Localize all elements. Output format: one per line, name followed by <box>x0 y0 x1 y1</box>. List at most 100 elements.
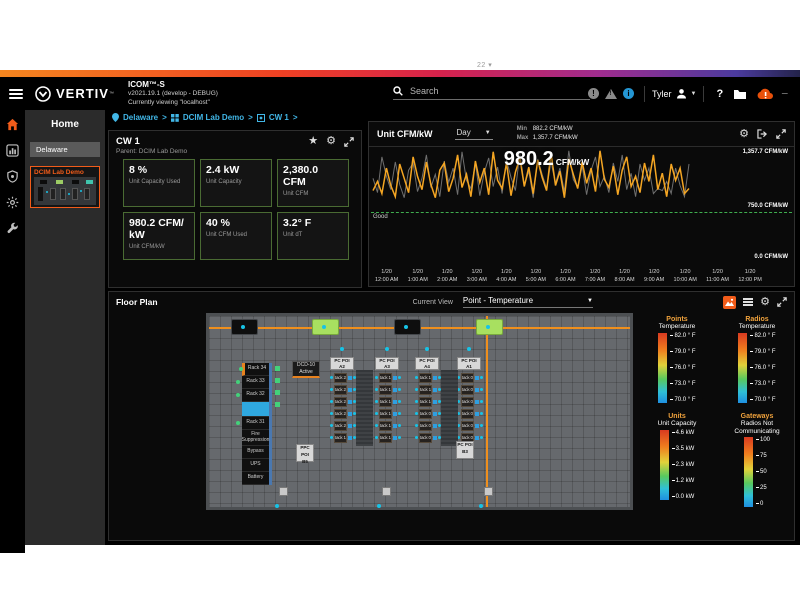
crac-unit[interactable] <box>231 319 258 335</box>
user-menu[interactable]: Tyler ▼ <box>652 88 696 99</box>
list-view-icon[interactable] <box>743 297 753 308</box>
rack-unit[interactable]: Rack 20 <box>334 421 347 431</box>
pdu-header[interactable]: PC POIA4 <box>415 357 439 370</box>
pdu-box[interactable]: PPC POIB5 <box>296 444 314 462</box>
rack-unit[interactable]: Rack 23 <box>334 385 347 395</box>
search-input[interactable] <box>408 85 582 97</box>
rack-unit[interactable]: Rack 02 <box>461 421 474 431</box>
sensor-point[interactable] <box>398 400 401 403</box>
crac-unit[interactable] <box>476 319 503 335</box>
sensor-point[interactable] <box>375 388 378 391</box>
sensor-point[interactable] <box>377 504 381 508</box>
metric-tile[interactable]: 40 %Unit CFM Used <box>200 212 272 260</box>
rack-unit[interactable]: Rack 31 <box>242 417 269 430</box>
rack-unit[interactable]: Rack 22 <box>334 397 347 407</box>
rack-unit[interactable]: Rack 14 <box>379 421 392 431</box>
sensor-point[interactable] <box>330 424 333 427</box>
sensor-point[interactable] <box>330 376 333 379</box>
rack-unit[interactable]: Rack 10 <box>419 397 432 407</box>
minimize-button[interactable]: _ <box>782 84 788 95</box>
rack-unit[interactable]: Rack 03 <box>461 409 474 419</box>
metric-tile[interactable]: 2.4 kWUnit Capacity <box>200 159 272 207</box>
sensor-point[interactable] <box>415 412 418 415</box>
pdu-header[interactable]: PC POIA3 <box>375 357 399 370</box>
rack-unit[interactable]: Rack 32 <box>242 389 269 402</box>
metric-tile[interactable]: 980.2 CFM/ kWUnit CFM/kW <box>123 212 195 260</box>
expand-icon[interactable] <box>776 129 786 139</box>
rack-unit[interactable]: Rack 33 <box>242 376 269 389</box>
line-chart[interactable]: 980.2CFM/kW 1,357.7 CFM/kW 750.0 CFM/kW … <box>369 148 794 265</box>
sensor-point[interactable] <box>375 424 378 427</box>
pdu-header[interactable]: PC POIA1 <box>457 357 481 370</box>
sensor-point[interactable] <box>415 424 418 427</box>
sensor-point[interactable] <box>398 388 401 391</box>
sensor-point[interactable] <box>480 400 483 403</box>
network-icon[interactable] <box>6 170 19 183</box>
gear-icon[interactable]: ⚙ <box>326 136 336 147</box>
sensor-point[interactable] <box>467 347 471 351</box>
rack-unit[interactable]: Bypass <box>242 446 269 459</box>
pdu-box[interactable]: PC POIB3 <box>456 441 474 459</box>
warnings-status-icon[interactable]: ! <box>605 89 617 99</box>
export-icon[interactable] <box>757 129 768 139</box>
sensor-point[interactable] <box>330 436 333 439</box>
hamburger-menu-icon[interactable] <box>9 87 23 101</box>
reports-icon[interactable] <box>6 144 19 157</box>
rack-unit[interactable]: Rack 11 <box>419 385 432 395</box>
sensor-point[interactable] <box>415 376 418 379</box>
expand-icon[interactable] <box>777 297 787 307</box>
rack-unit[interactable]: Rack 17 <box>379 385 392 395</box>
rack-unit[interactable]: Rack 21 <box>334 409 347 419</box>
rack-unit[interactable]: Rack 13 <box>379 433 392 443</box>
folder-icon[interactable] <box>733 88 747 100</box>
search-bar[interactable] <box>393 85 590 100</box>
sensor-point[interactable] <box>398 376 401 379</box>
rack-unit[interactable]: Rack 24 <box>334 373 347 383</box>
sensor-point[interactable] <box>415 388 418 391</box>
browser-zoom-indicator[interactable]: 22 ▾ <box>477 61 492 69</box>
sensor-point[interactable] <box>480 436 483 439</box>
sensor-point[interactable] <box>415 436 418 439</box>
sensor-point[interactable] <box>330 388 333 391</box>
pdu-header[interactable]: PC POIA2 <box>330 357 354 370</box>
sidebar-item-delaware[interactable]: Delaware <box>30 142 100 157</box>
sensor-point[interactable] <box>375 376 378 379</box>
rack-unit[interactable]: Rack 34 <box>242 363 269 376</box>
errors-status-icon[interactable]: ! <box>588 88 599 99</box>
rack-unit[interactable]: Rack 12 <box>419 373 432 383</box>
rack-unit[interactable]: Rack 06 <box>461 373 474 383</box>
sensor-point[interactable] <box>275 504 279 508</box>
sidebar-item-dcim-lab-demo[interactable]: DCIM Lab Demo <box>30 166 100 208</box>
sensor-point[interactable] <box>398 424 401 427</box>
rack-unit[interactable]: UPS <box>242 459 269 472</box>
rack-unit[interactable]: Rack 07 <box>419 433 432 443</box>
breadcrumb-dcim-lab-demo[interactable]: DCIM Lab Demo <box>183 113 244 122</box>
floor-plan-map[interactable]: Rack 34Rack 33Rack 32 Rack 31Fire Suppres… <box>206 313 633 510</box>
sensor-point[interactable] <box>375 412 378 415</box>
sensor-point[interactable] <box>425 347 429 351</box>
rack-unit[interactable]: Rack 19 <box>334 433 347 443</box>
info-status-icon[interactable]: i <box>623 88 634 99</box>
help-button[interactable]: ? <box>716 88 723 100</box>
sensor-point[interactable] <box>375 436 378 439</box>
sensor-point[interactable] <box>479 504 483 508</box>
sensor-point[interactable] <box>480 424 483 427</box>
rack-unit[interactable]: Battery <box>242 472 269 485</box>
metric-tile[interactable]: 8 %Unit Capacity Used <box>123 159 195 207</box>
time-range-select[interactable]: Day ▼ <box>455 128 493 140</box>
rack-unit[interactable]: Fire Suppression <box>242 430 269 446</box>
sensor-point[interactable] <box>385 347 389 351</box>
gear-icon[interactable]: ⚙ <box>760 297 770 308</box>
cloud-alert-icon[interactable] <box>757 87 774 100</box>
sensor-point[interactable] <box>398 412 401 415</box>
favorite-star-icon[interactable]: ★ <box>308 136 318 147</box>
rack-unit[interactable]: Rack 16 <box>379 397 392 407</box>
rack-unit[interactable]: Rack 09 <box>419 409 432 419</box>
crac-unit[interactable] <box>394 319 421 335</box>
gear-icon[interactable]: ⚙ <box>739 129 749 140</box>
sensor-point[interactable] <box>480 376 483 379</box>
sensor-point[interactable] <box>375 400 378 403</box>
map-image-icon[interactable] <box>723 296 736 309</box>
rack-unit[interactable]: Rack 04 <box>461 397 474 407</box>
expand-icon[interactable] <box>344 137 354 147</box>
